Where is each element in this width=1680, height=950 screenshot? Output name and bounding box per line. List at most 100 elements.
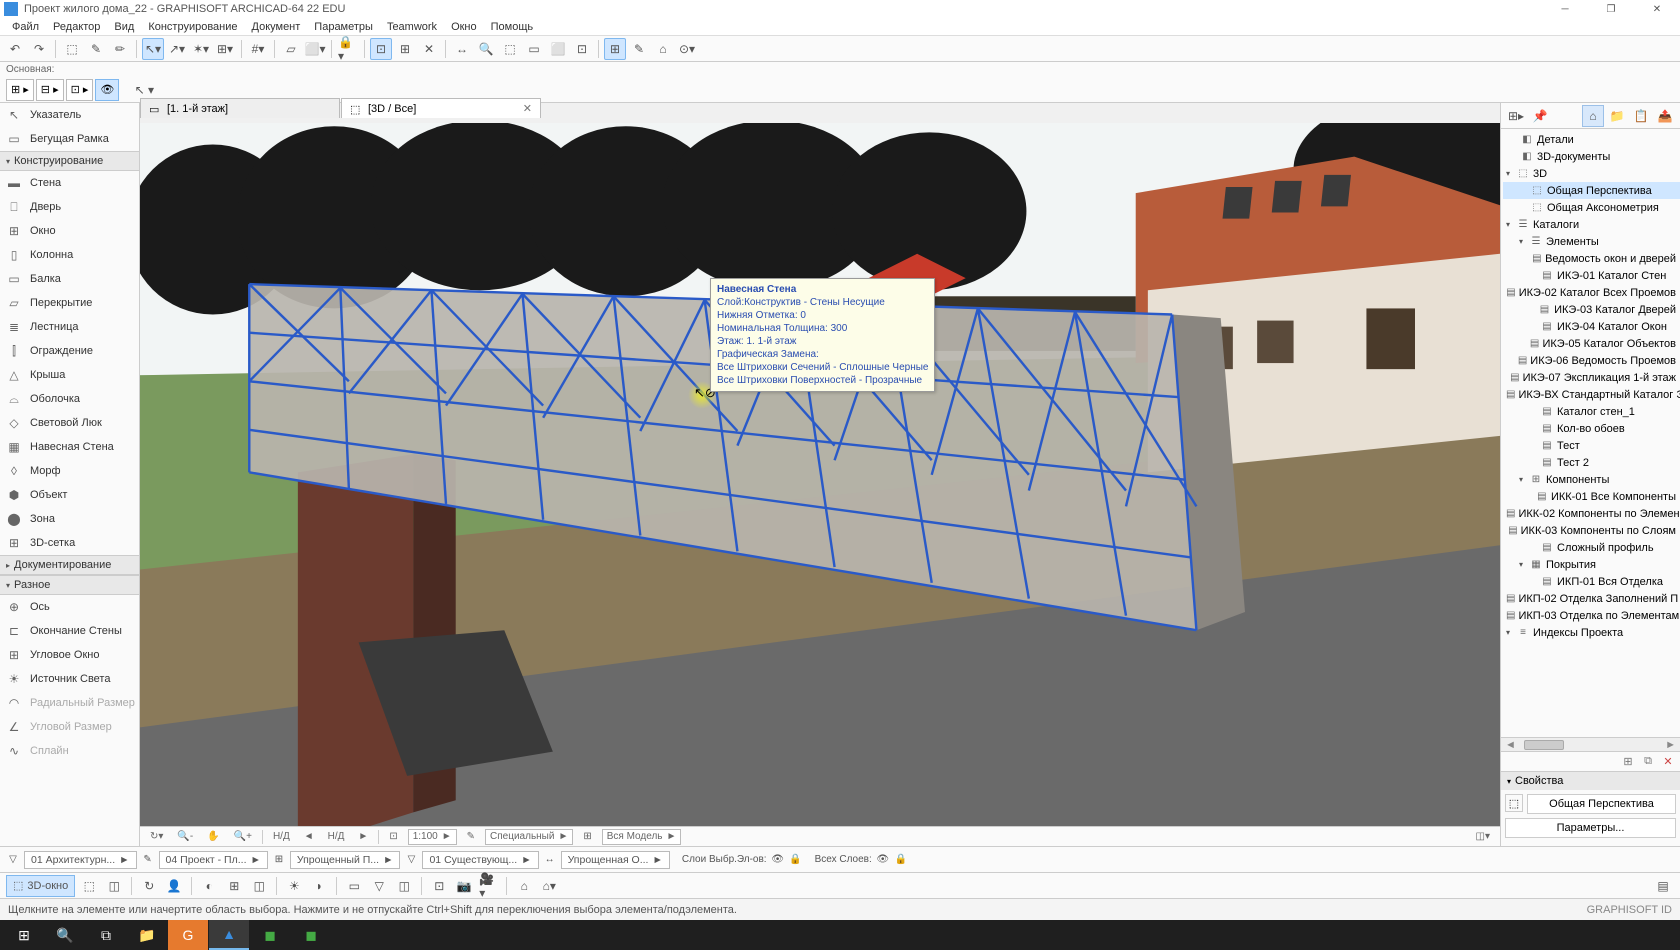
- menu-file[interactable]: Файл: [6, 21, 45, 33]
- bt-shaded-button[interactable]: ◐: [198, 875, 220, 897]
- pick-button[interactable]: ⬚: [61, 38, 83, 60]
- palette-header-doc[interactable]: ▸Документирование: [0, 555, 139, 575]
- bt-cutplane-button[interactable]: ◫: [393, 875, 415, 897]
- tree-el1[interactable]: ▤Ведомость окон и дверей: [1503, 250, 1680, 267]
- model-dropdown[interactable]: Вся Модель►: [602, 829, 682, 845]
- tool-marquee[interactable]: ▭Бегущая Рамка: [0, 127, 139, 151]
- close-button[interactable]: ✕: [1634, 0, 1680, 18]
- tree-hscrollbar[interactable]: ◄►: [1501, 737, 1680, 751]
- grid-button[interactable]: #▾: [247, 38, 269, 60]
- qo-simplified[interactable]: Упрощенный П...►: [290, 851, 401, 869]
- ruler-button[interactable]: ✕: [418, 38, 440, 60]
- tool-light[interactable]: ☀Источник Света: [0, 667, 139, 691]
- tree-el5[interactable]: ▤ИКЭ-04 Каталог Окон: [1503, 318, 1680, 335]
- menu-design[interactable]: Конструирование: [142, 21, 243, 33]
- tool-stair[interactable]: ≣Лестница: [0, 315, 139, 339]
- tool-window[interactable]: ⊞Окно: [0, 219, 139, 243]
- tree-el6[interactable]: ▤ИКЭ-05 Каталог Объектов: [1503, 335, 1680, 352]
- undo-button[interactable]: ↶: [4, 38, 26, 60]
- bt-camera-button[interactable]: 🎥▾: [478, 875, 500, 897]
- tree-perspective[interactable]: ⬚Общая Перспектива: [1503, 182, 1680, 199]
- 3d-cutaway-button[interactable]: ⌂: [652, 38, 674, 60]
- qo-architecture[interactable]: 01 Архитектурн...►: [24, 851, 137, 869]
- maximize-button[interactable]: ❐: [1588, 0, 1634, 18]
- archicad-taskbar-button[interactable]: ▲: [209, 920, 249, 950]
- qo-project[interactable]: 04 Проект - Пл...►: [159, 851, 268, 869]
- app-orange-button[interactable]: G: [168, 920, 208, 950]
- graphisoft-id-link[interactable]: GRAPHISOFT ID: [1587, 904, 1672, 916]
- app-green-button[interactable]: ◼: [250, 920, 290, 950]
- edit-elem-button[interactable]: ✎: [628, 38, 650, 60]
- tool-beam[interactable]: ▭Балка: [0, 267, 139, 291]
- snap-guide-button[interactable]: ↗▾: [166, 38, 188, 60]
- menu-help[interactable]: Помощь: [485, 21, 540, 33]
- measure-button[interactable]: ↔: [451, 38, 473, 60]
- filter-3d-button[interactable]: ⊞: [604, 38, 626, 60]
- tree-elements[interactable]: ▾☰Элементы: [1503, 233, 1680, 250]
- navigator-tree[interactable]: ◧Детали ◧3D-документы ▾⬚3D ⬚Общая Перспе…: [1501, 129, 1680, 737]
- trace-button[interactable]: ⊡: [370, 38, 392, 60]
- tree-catalogs[interactable]: ▾☰Каталоги: [1503, 216, 1680, 233]
- bt-marquee-button[interactable]: ▭: [343, 875, 365, 897]
- tab-3d-view[interactable]: ⬚ [3D / Все] ✕: [341, 98, 541, 118]
- bt-report-button[interactable]: ▤: [1652, 875, 1674, 897]
- bt-wireframe-button[interactable]: ⊞: [223, 875, 245, 897]
- layer-button[interactable]: ⊞: [579, 829, 595, 845]
- menu-document[interactable]: Документ: [246, 21, 307, 33]
- view-cube-button[interactable]: ◫▾: [1472, 829, 1494, 845]
- tree-c3[interactable]: ▤ИКК-03 Компоненты по Слоям: [1503, 522, 1680, 539]
- tree-el3[interactable]: ▤ИКЭ-02 Каталог Всех Проемов: [1503, 284, 1680, 301]
- bt-home-button[interactable]: ⌂: [513, 875, 535, 897]
- tool-morph[interactable]: ◊Морф: [0, 459, 139, 483]
- scale-dropdown[interactable]: 1:100►: [408, 829, 457, 845]
- tool-object[interactable]: ⬢Объект: [0, 483, 139, 507]
- tool-shell[interactable]: ⌓Оболочка: [0, 387, 139, 411]
- nav-publisher-button[interactable]: 📤: [1654, 105, 1676, 127]
- bt-explore-button[interactable]: 👤: [163, 875, 185, 897]
- 3d-styles-button[interactable]: ⊙▾: [676, 38, 698, 60]
- nav-tab-button[interactable]: ⊞▸: [1505, 105, 1527, 127]
- tool-slab[interactable]: ▱Перекрытие: [0, 291, 139, 315]
- menu-window[interactable]: Окно: [445, 21, 483, 33]
- tree-el10[interactable]: ▤Каталог стен_1: [1503, 403, 1680, 420]
- snap-point-button[interactable]: ✶▾: [190, 38, 212, 60]
- minimize-button[interactable]: ─: [1542, 0, 1588, 18]
- eye-icon[interactable]: 👁: [771, 853, 785, 867]
- pan-button[interactable]: ✋: [203, 829, 223, 845]
- tool-skylight[interactable]: ◇Световой Люк: [0, 411, 139, 435]
- next-view-button[interactable]: ►: [354, 829, 372, 845]
- zoom-out-button[interactable]: 🔍-: [173, 829, 197, 845]
- task-view-button[interactable]: ⧉: [86, 920, 126, 950]
- redo-button[interactable]: ↷: [28, 38, 50, 60]
- offset-button[interactable]: ⊡: [571, 38, 593, 60]
- tab-floor-plan[interactable]: ▭ [1. 1-й этаж]: [140, 98, 340, 118]
- bt-hidden-button[interactable]: ◫: [248, 875, 270, 897]
- prev-view-button[interactable]: ◄: [300, 829, 318, 845]
- eyedropper-button[interactable]: ✎: [85, 38, 107, 60]
- bt-photo-button[interactable]: 📷: [453, 875, 475, 897]
- nav-view-map-button[interactable]: 📁: [1606, 105, 1628, 127]
- menu-teamwork[interactable]: Teamwork: [381, 21, 443, 33]
- tree-el12[interactable]: ▤Тест: [1503, 437, 1680, 454]
- edit-plane-button[interactable]: ▱: [280, 38, 302, 60]
- sec-btn-2[interactable]: ⊟ ▸: [36, 79, 64, 101]
- lock-icon[interactable]: 🔒: [789, 853, 803, 867]
- syringe-button[interactable]: ✏: [109, 38, 131, 60]
- sec-btn-3[interactable]: ⊡ ▸: [66, 79, 94, 101]
- nav-pin-button[interactable]: 📌: [1529, 105, 1551, 127]
- cursor-mode-button[interactable]: ↖▾: [142, 38, 164, 60]
- find-button[interactable]: 🔍: [475, 38, 497, 60]
- tree-el2[interactable]: ▤ИКЭ-01 Каталог Стен: [1503, 267, 1680, 284]
- tree-c2[interactable]: ▤ИКК-02 Компоненты по Элемен: [1503, 505, 1680, 522]
- fit-button[interactable]: ⊡: [385, 829, 401, 845]
- tree-el9[interactable]: ▤ИКЭ-ВХ Стандартный Каталог Э: [1503, 386, 1680, 403]
- tree-c1[interactable]: ▤ИКК-01 Все Компоненты: [1503, 488, 1680, 505]
- search-button[interactable]: 🔍: [45, 920, 85, 950]
- sec-btn-1[interactable]: ⊞ ▸: [6, 79, 34, 101]
- tool-corner-window[interactable]: ⊞Угловое Окно: [0, 643, 139, 667]
- explorer-button[interactable]: 📁: [127, 920, 167, 950]
- app-green2-button[interactable]: ◼: [291, 920, 331, 950]
- bt-filter-button[interactable]: ▽: [368, 875, 390, 897]
- tree-coverings[interactable]: ▾▦Покрытия: [1503, 556, 1680, 573]
- tree-el4[interactable]: ▤ИКЭ-03 Каталог Дверей: [1503, 301, 1680, 318]
